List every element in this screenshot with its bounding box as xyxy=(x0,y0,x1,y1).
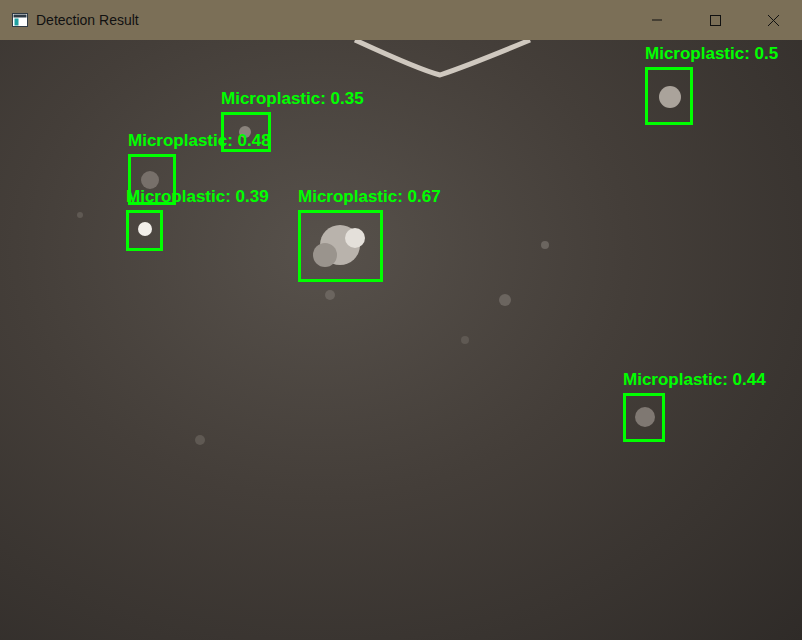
specimen-drawing xyxy=(0,40,802,640)
detection-box xyxy=(645,67,693,125)
detection-image: Microplastic: 0.35 Microplastic: 0.48 Micr… xyxy=(0,40,802,640)
detection-label: Microplastic: 0.35 xyxy=(221,90,364,108)
detection-label: Microplastic: 0.48 xyxy=(128,132,271,150)
window-title: Detection Result xyxy=(36,10,139,31)
title-bar[interactable]: Detection Result xyxy=(0,0,802,40)
detection-label: Microplastic: 0.67 xyxy=(298,188,441,206)
detection-label: Microplastic: 0.39 xyxy=(126,188,269,206)
minimize-icon xyxy=(652,15,662,25)
detection-label: Microplastic: 0.44 xyxy=(623,371,766,389)
close-button[interactable] xyxy=(744,0,802,40)
detection-box xyxy=(298,210,383,282)
maximize-icon xyxy=(710,15,721,26)
detection-window: Detection ResultMicroplastic: 0.35Microp… xyxy=(0,0,802,640)
maximize-button[interactable] xyxy=(686,0,744,40)
detection-box xyxy=(126,210,163,251)
minimize-button[interactable] xyxy=(628,0,686,40)
close-icon xyxy=(768,15,779,26)
detection-box xyxy=(623,393,665,442)
app-icon xyxy=(12,13,28,27)
detection-label: Microplastic: 0.5 xyxy=(645,45,778,63)
